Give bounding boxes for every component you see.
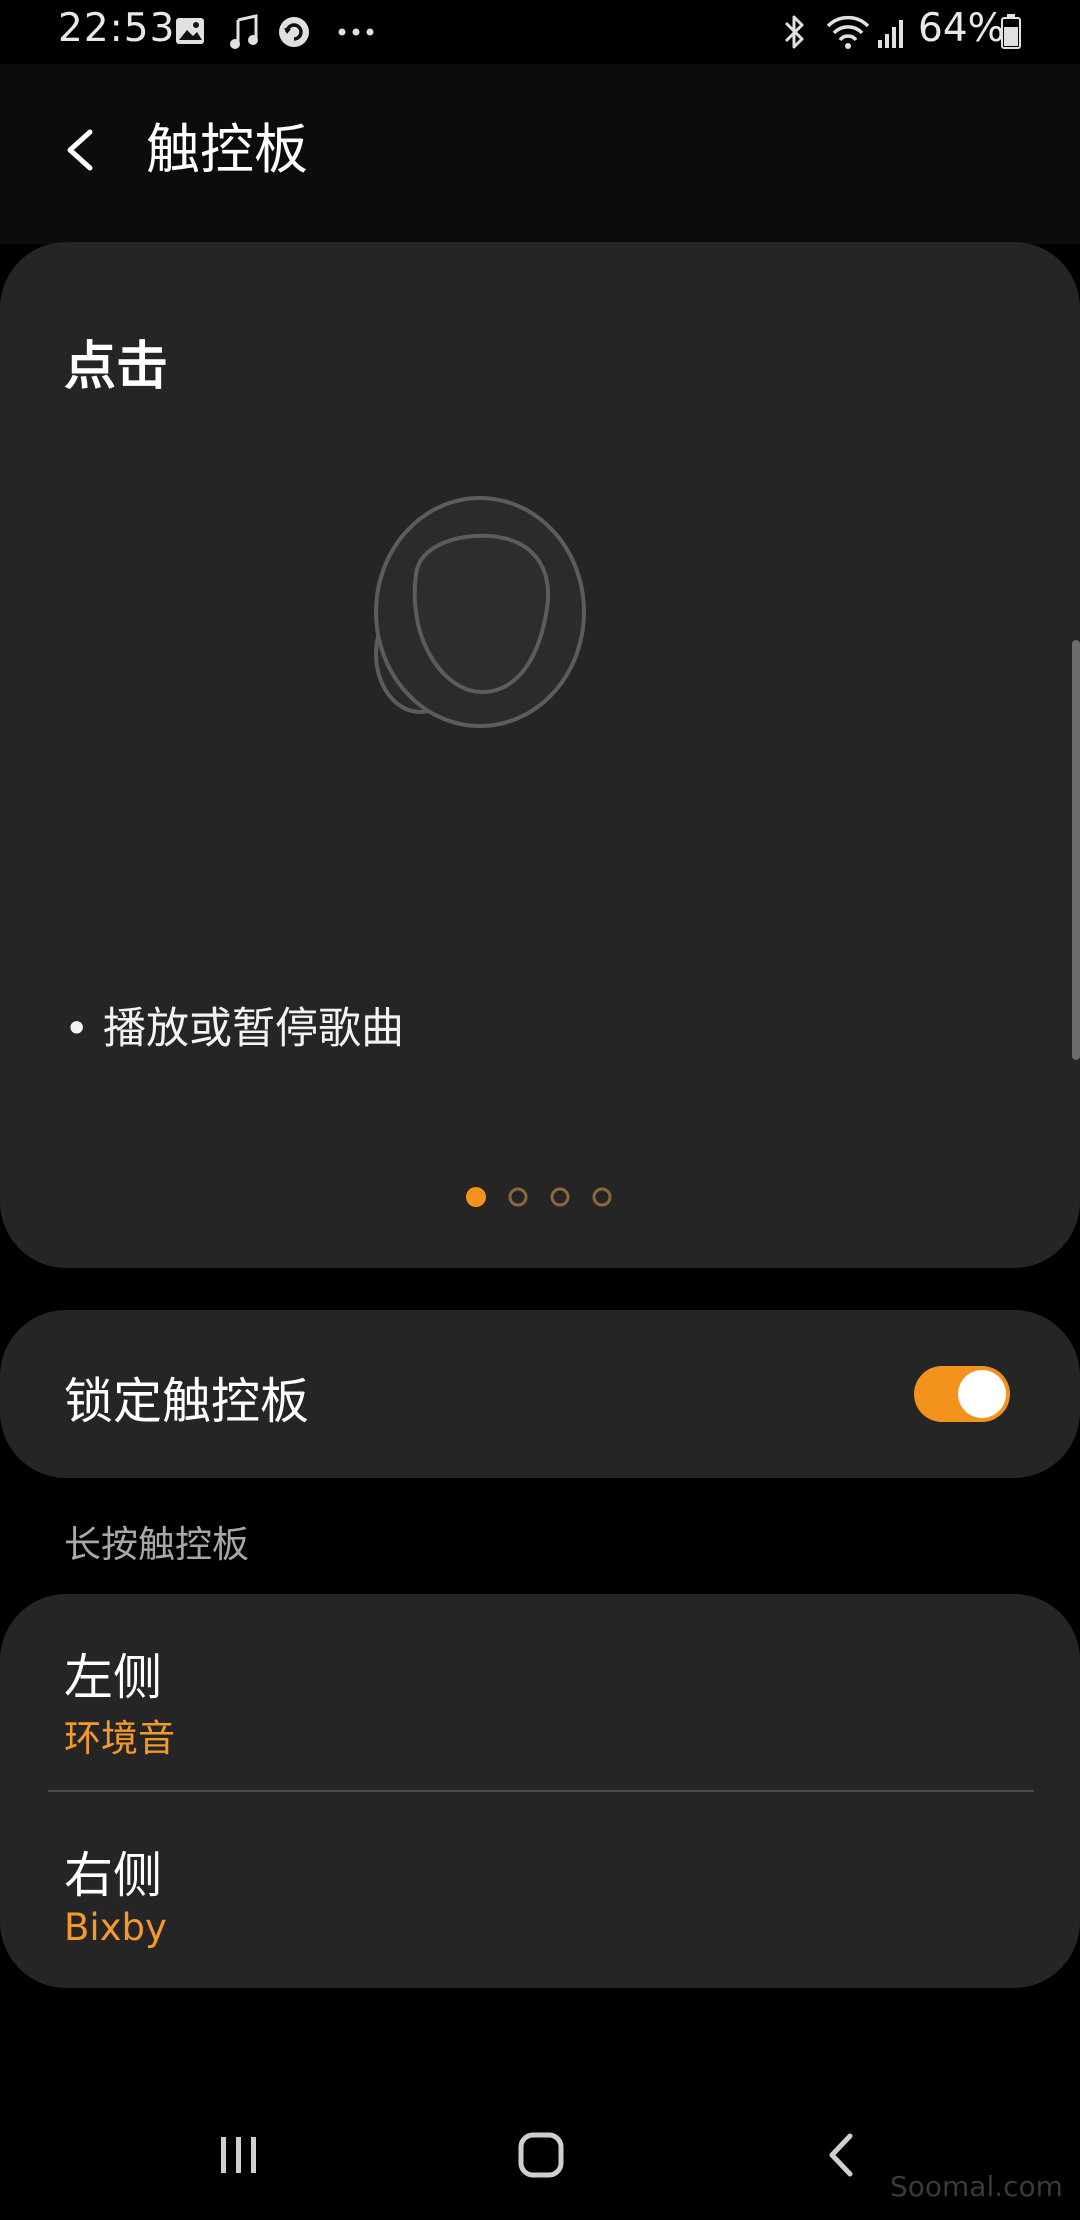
toggle-knob <box>958 1370 1006 1418</box>
pager-dot-active[interactable] <box>466 1187 486 1207</box>
app-header: 触控板 <box>0 64 1080 244</box>
status-time: 22:53 <box>58 6 176 51</box>
signal-icon <box>878 20 903 48</box>
home-icon[interactable] <box>506 2120 576 2190</box>
page-title: 触控板 <box>146 118 308 181</box>
battery-icon <box>1001 14 1021 49</box>
back-icon[interactable] <box>808 2120 878 2190</box>
long-press-right-row[interactable]: 右侧 Bixby <box>0 1792 1080 1988</box>
pager-dot[interactable] <box>550 1187 570 1207</box>
recents-icon[interactable] <box>204 2120 274 2190</box>
scrollbar-thumb[interactable] <box>1072 640 1080 1060</box>
right-side-title: 右侧 <box>64 1847 163 1904</box>
watermark-text: Soomal.com <box>890 2170 1063 2203</box>
pager-dot[interactable] <box>592 1187 612 1207</box>
tap-card-title: 点击 <box>64 337 169 397</box>
tap-gesture-card: 点击 • 播放或暂停歌曲 <box>0 242 1080 1268</box>
music-icon <box>230 14 258 49</box>
page-indicator[interactable] <box>466 1182 616 1212</box>
long-press-section-header: 长按触控板 <box>64 1523 249 1566</box>
tap-action-description: • 播放或暂停歌曲 <box>64 1004 405 1054</box>
more-dots-icon <box>338 28 374 36</box>
pager-dot[interactable] <box>508 1187 528 1207</box>
bluetooth-icon <box>784 15 804 49</box>
back-arrow-icon[interactable] <box>50 104 120 194</box>
right-side-value: Bixby <box>64 1906 167 1949</box>
long-press-left-row[interactable]: 左侧 环境音 <box>0 1594 1080 1790</box>
long-press-card: 左侧 环境音 右侧 Bixby <box>0 1594 1080 1988</box>
battery-percent: 64% <box>918 6 1005 51</box>
navigation-bar: Soomal.com <box>0 2078 1080 2220</box>
left-side-value: 环境音 <box>64 1717 175 1760</box>
earbud-icon <box>374 496 586 728</box>
left-side-title: 左侧 <box>64 1649 163 1706</box>
lock-touchpad-label: 锁定触控板 <box>64 1373 310 1430</box>
lock-touchpad-row[interactable]: 锁定触控板 <box>0 1310 1080 1478</box>
wifi-icon <box>826 15 870 49</box>
lock-touchpad-toggle[interactable] <box>914 1366 1010 1422</box>
status-bar: 22:53 64% <box>0 0 1080 64</box>
sync-icon <box>279 17 309 47</box>
gallery-icon <box>176 18 204 44</box>
